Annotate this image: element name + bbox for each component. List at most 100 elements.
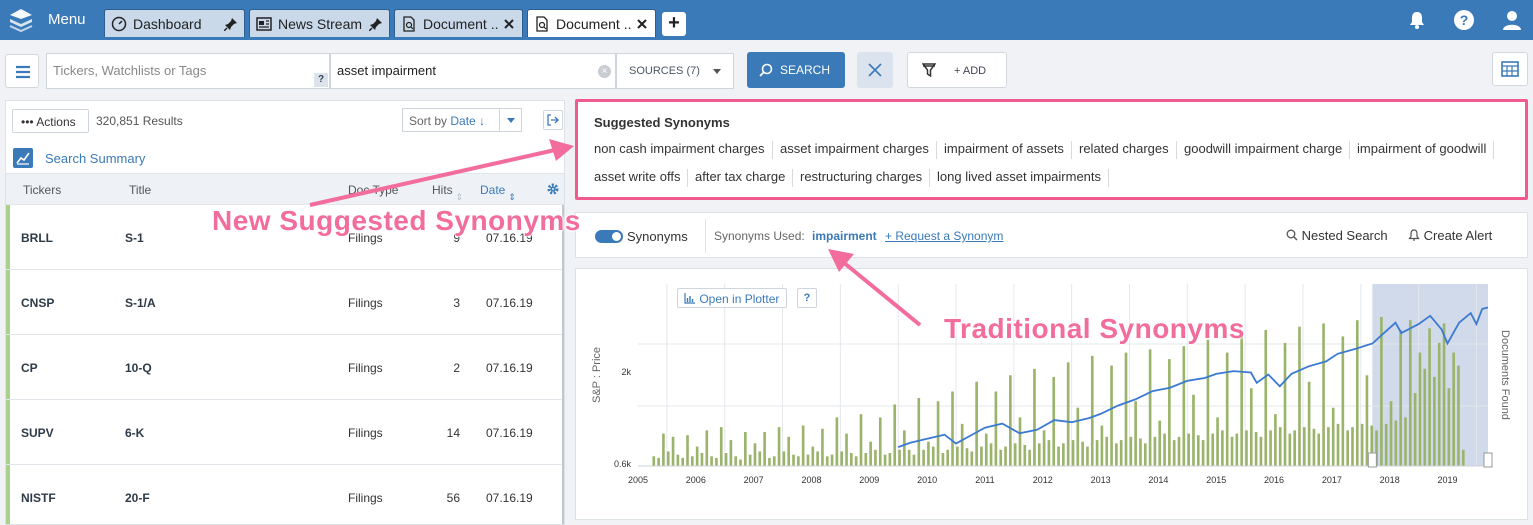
row-title[interactable]: 20-F xyxy=(125,491,150,505)
synonym-chip[interactable]: related charges xyxy=(1079,141,1177,159)
bar xyxy=(869,441,872,466)
column-header-hits: Hits xyxy=(432,183,453,197)
synonym-chip[interactable]: after tax charge xyxy=(695,169,794,187)
pin-icon[interactable] xyxy=(224,17,238,31)
ticker-input[interactable] xyxy=(53,63,313,78)
bar xyxy=(739,459,742,466)
bar xyxy=(676,454,680,466)
cancel-search-button[interactable] xyxy=(857,52,893,88)
results-panel: ••• Actions 320,851 Results Sort by Date… xyxy=(5,100,565,525)
menu-button[interactable]: Menu xyxy=(48,11,86,28)
row-ticker[interactable]: NISTF xyxy=(21,491,56,505)
range-handle[interactable] xyxy=(1483,452,1493,468)
export-button[interactable] xyxy=(543,110,563,130)
bar xyxy=(1355,320,1359,466)
chart-help-button[interactable]: ? xyxy=(797,288,817,308)
nested-search-button[interactable]: Nested Search xyxy=(1286,228,1388,243)
table-row[interactable]: NISTF 20-F Filings 56 07.16.19 xyxy=(6,465,564,524)
sort-dropdown[interactable]: Sort by Date ↓ xyxy=(402,108,522,132)
table-row[interactable]: CNSP S-1/A Filings 3 07.16.19 xyxy=(6,270,564,335)
create-alert-button[interactable]: Create Alert xyxy=(1408,228,1492,243)
column-header-hits-wrap[interactable]: Hits ⇕ xyxy=(432,183,463,202)
synonyms-used-value[interactable]: impairment xyxy=(812,229,877,243)
bar xyxy=(1336,423,1340,466)
pin-icon[interactable] xyxy=(369,17,383,31)
divider xyxy=(705,219,706,253)
query-input[interactable] xyxy=(337,63,597,78)
tab-dashboard[interactable]: Dashboard xyxy=(104,9,245,37)
synonym-chip[interactable]: asset impairment charges xyxy=(780,141,937,159)
layout-button[interactable] xyxy=(1492,52,1528,86)
x-tick-label: 2005 xyxy=(628,475,648,485)
sidebar-toggle-button[interactable] xyxy=(5,54,39,88)
bar xyxy=(1216,417,1219,466)
open-in-plotter-button[interactable]: Open in Plotter xyxy=(677,288,787,308)
results-count: 320,851 Results xyxy=(96,114,183,128)
logo-icon[interactable] xyxy=(8,7,34,33)
add-filter-label: + ADD xyxy=(954,65,987,77)
row-title[interactable]: S-1/A xyxy=(125,296,156,310)
bar xyxy=(1442,323,1446,466)
row-ticker[interactable]: CP xyxy=(21,361,38,375)
bar xyxy=(1076,407,1080,466)
tab-document-1[interactable]: Document ... xyxy=(394,9,523,37)
bell-icon[interactable] xyxy=(1406,9,1428,31)
bar xyxy=(772,456,776,466)
results-scrollbar[interactable] xyxy=(562,205,564,524)
request-synonym-link[interactable]: + Request a Synonym xyxy=(885,229,1003,243)
add-tab-button[interactable]: + xyxy=(662,12,686,36)
actions-button[interactable]: ••• Actions xyxy=(12,109,89,133)
synonym-chip[interactable]: impairment of goodwill xyxy=(1357,141,1495,159)
bar xyxy=(724,453,728,466)
clear-query-button[interactable]: × xyxy=(598,65,611,78)
bar xyxy=(1115,443,1118,466)
help-icon[interactable]: ? xyxy=(1453,9,1475,31)
synonyms-toggle[interactable] xyxy=(595,230,623,243)
search-summary-row[interactable]: Search Summary xyxy=(6,143,564,173)
bar xyxy=(1360,423,1364,466)
range-handle[interactable] xyxy=(1367,452,1377,468)
table-row[interactable]: CP 10-Q Filings 2 07.16.19 xyxy=(6,335,564,400)
bar xyxy=(1447,388,1451,466)
bar xyxy=(816,451,819,466)
synonym-chip[interactable]: asset write offs xyxy=(594,169,689,187)
user-icon[interactable] xyxy=(1501,9,1523,31)
bar xyxy=(1071,440,1075,466)
bar xyxy=(864,453,868,466)
synonym-chip[interactable]: restructuring charges xyxy=(800,169,931,187)
table-row[interactable]: SUPV 6-K Filings 14 07.16.19 xyxy=(6,400,564,465)
x-tick-label: 2006 xyxy=(686,475,706,485)
row-title[interactable]: 10-Q xyxy=(125,361,152,375)
search-summary-label: Search Summary xyxy=(45,151,146,166)
column-header-doctype[interactable]: Doc Type xyxy=(348,183,398,197)
ticker-help-button[interactable]: ? xyxy=(314,73,328,87)
bar xyxy=(825,456,829,466)
tab-news-stream[interactable]: News Stream xyxy=(249,9,390,37)
close-icon[interactable] xyxy=(635,17,649,31)
row-ticker[interactable]: CNSP xyxy=(21,296,54,310)
bar xyxy=(1168,359,1171,466)
synonym-chip[interactable]: impairment of assets xyxy=(944,141,1072,159)
column-header-tickers[interactable]: Tickers xyxy=(23,183,61,197)
synonym-chip[interactable]: long lived asset impairments xyxy=(937,169,1110,187)
bar xyxy=(1293,430,1296,466)
row-title[interactable]: 6-K xyxy=(125,426,144,440)
row-ticker[interactable]: SUPV xyxy=(21,426,54,440)
row-flag xyxy=(6,400,10,464)
row-ticker[interactable]: BRLL xyxy=(21,231,53,245)
close-icon[interactable] xyxy=(502,17,516,31)
synonym-chip[interactable]: non cash impairment charges xyxy=(594,141,773,159)
synonym-chip[interactable]: goodwill impairment charge xyxy=(1184,141,1351,159)
add-filter-button[interactable]: + ADD xyxy=(907,52,1007,88)
sources-dropdown[interactable]: SOURCES (7) xyxy=(616,53,734,89)
column-header-date-wrap[interactable]: Date ⇕ xyxy=(480,183,516,202)
gear-icon[interactable] xyxy=(546,182,560,196)
row-hits: 3 xyxy=(453,296,460,310)
search-button[interactable]: SEARCH xyxy=(747,52,845,88)
column-header-title[interactable]: Title xyxy=(129,183,151,197)
tab-document-2[interactable]: Document ... xyxy=(527,9,656,37)
row-title[interactable]: S-1 xyxy=(125,231,144,245)
bar xyxy=(1399,329,1402,466)
bar xyxy=(830,454,834,466)
results-table-header: Tickers Title Doc Type Hits ⇕ Date ⇕ xyxy=(6,173,564,205)
